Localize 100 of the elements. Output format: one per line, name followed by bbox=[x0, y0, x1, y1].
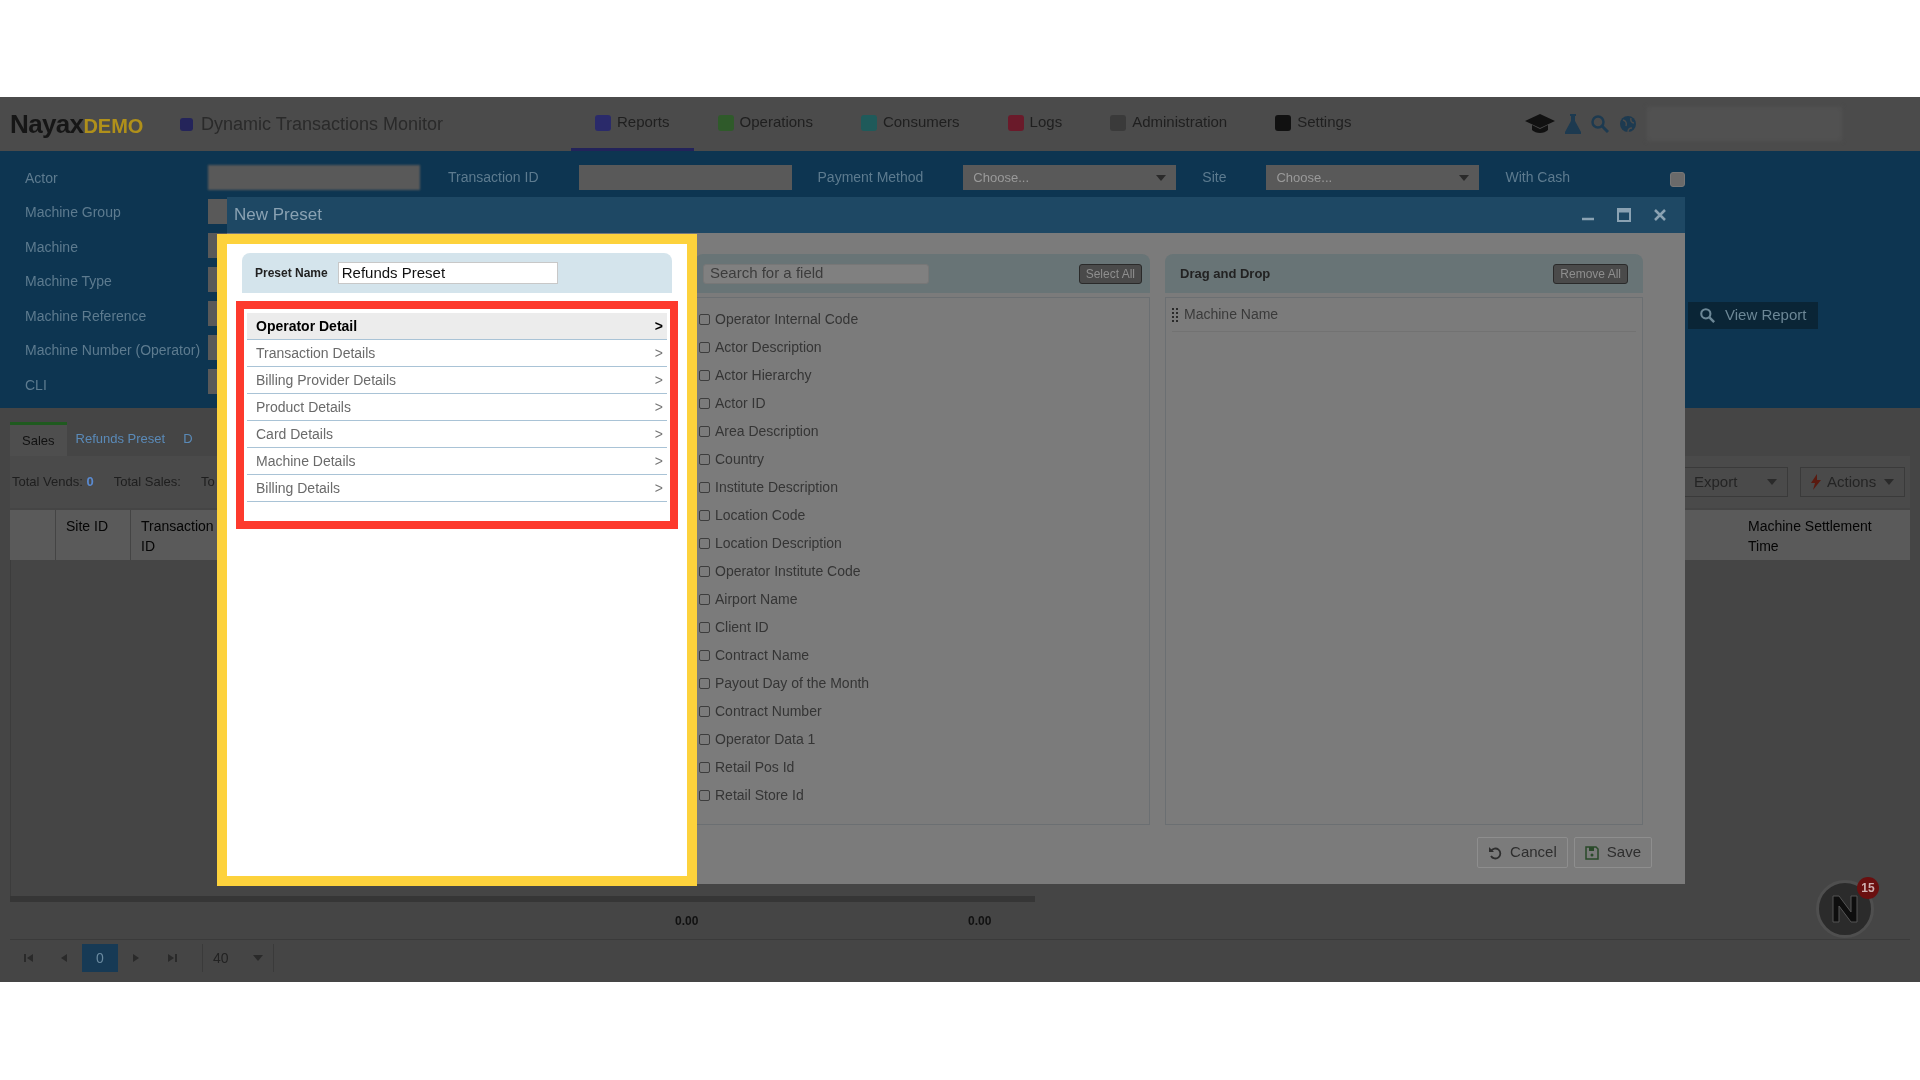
field-option[interactable]: Location Code bbox=[715, 504, 806, 526]
preset-name-field[interactable]: Refunds Preset bbox=[337, 262, 558, 284]
checkbox[interactable] bbox=[699, 537, 710, 549]
dropped-field[interactable]: Machine Name bbox=[1172, 298, 1636, 332]
globe-icon[interactable] bbox=[1619, 115, 1638, 133]
field-option[interactable]: Client ID bbox=[715, 616, 769, 638]
field-option[interactable]: Actor ID bbox=[715, 392, 766, 414]
close-icon[interactable] bbox=[1653, 208, 1667, 222]
nav-icon bbox=[595, 114, 611, 131]
field-option[interactable]: Actor Description bbox=[715, 336, 822, 358]
skip-forward-icon bbox=[167, 954, 177, 962]
save-button[interactable]: Save bbox=[1573, 837, 1652, 868]
nav-icon bbox=[717, 114, 734, 131]
select-field[interactable]: Choose... bbox=[963, 165, 1177, 190]
graduation-cap-icon[interactable] bbox=[1525, 114, 1556, 134]
chevron: > bbox=[654, 478, 663, 498]
triangle-left-icon bbox=[59, 954, 69, 962]
select-field[interactable]: Choose... bbox=[1266, 165, 1480, 190]
field-option[interactable]: Contract Name bbox=[715, 644, 810, 666]
checkbox[interactable] bbox=[699, 369, 710, 381]
caret-icon bbox=[253, 955, 263, 961]
checkbox[interactable] bbox=[699, 761, 710, 773]
checkbox[interactable] bbox=[699, 313, 710, 325]
undo-icon bbox=[1488, 845, 1503, 860]
current-page[interactable]: 0 bbox=[82, 944, 118, 972]
filter-label: CLI bbox=[25, 375, 47, 395]
checkbox[interactable] bbox=[699, 677, 710, 689]
cancel-button[interactable]: Cancel bbox=[1477, 837, 1568, 868]
field-option[interactable]: Retail Store Id bbox=[715, 784, 804, 806]
checkbox[interactable] bbox=[699, 509, 710, 521]
report-tab[interactable]: Sales bbox=[10, 422, 67, 456]
maximize-icon[interactable] bbox=[1617, 208, 1631, 222]
remove-all-button[interactable]: Remove All bbox=[1553, 263, 1628, 284]
field-option[interactable]: Operator Internal Code bbox=[715, 308, 859, 330]
select-all-button[interactable]: Select All bbox=[1078, 263, 1142, 284]
report-tab[interactable]: D bbox=[174, 422, 202, 456]
checkbox[interactable] bbox=[699, 397, 710, 409]
column-header: Transaction ID bbox=[141, 518, 214, 554]
filter-label: Machine Number (Operator) bbox=[25, 341, 201, 361]
n-logo-icon bbox=[1830, 894, 1860, 924]
filter-label: Site bbox=[1202, 168, 1227, 187]
checkbox[interactable] bbox=[699, 425, 710, 437]
triangle-right-icon bbox=[131, 954, 141, 962]
chevron: > bbox=[654, 370, 663, 390]
report-tab[interactable]: Refunds Preset bbox=[66, 422, 175, 456]
filter-label: Transaction ID bbox=[448, 168, 539, 187]
field-option[interactable]: Contract Number bbox=[715, 700, 822, 722]
field-option[interactable]: Institute Description bbox=[715, 476, 838, 498]
chevron: > bbox=[654, 424, 663, 444]
field-option[interactable]: Operator Institute Code bbox=[715, 560, 861, 582]
blurred-field[interactable] bbox=[208, 165, 420, 190]
category-item[interactable]: Operator Detail > bbox=[247, 313, 667, 340]
filter-label: Machine bbox=[25, 237, 78, 257]
skip-back-icon bbox=[23, 954, 33, 962]
search-field[interactable]: Search for a field bbox=[703, 263, 929, 284]
checkbox[interactable] bbox=[699, 593, 710, 605]
checkbox[interactable] bbox=[1670, 172, 1686, 187]
nav-icon bbox=[860, 114, 877, 131]
chevron: > bbox=[654, 397, 663, 417]
nav-icon bbox=[1275, 114, 1292, 131]
nav-icon bbox=[1007, 114, 1024, 131]
checkbox[interactable] bbox=[699, 621, 710, 633]
chevron: > bbox=[654, 316, 663, 336]
field-option[interactable]: Location Description bbox=[715, 532, 842, 554]
filter-label: Machine Type bbox=[25, 272, 112, 292]
search-icon[interactable] bbox=[1591, 115, 1610, 133]
checkbox[interactable] bbox=[699, 565, 710, 577]
chevron: > bbox=[654, 451, 663, 471]
field-option[interactable]: Payout Day of the Month bbox=[715, 672, 870, 694]
field-option[interactable]: Area Description bbox=[715, 420, 819, 442]
checkbox[interactable] bbox=[699, 705, 710, 717]
chevron: > bbox=[654, 343, 663, 363]
flask-icon[interactable] bbox=[1565, 114, 1582, 134]
view-report-button[interactable]: View Report bbox=[1688, 302, 1818, 329]
drop-zone-title: Drag and Drop bbox=[1180, 264, 1271, 283]
checkbox[interactable] bbox=[699, 649, 710, 661]
filter-label: With Cash bbox=[1505, 168, 1571, 187]
column-header: Machine Settlement Time bbox=[1748, 518, 1872, 554]
field-option[interactable]: Country bbox=[715, 448, 765, 470]
search-icon bbox=[1700, 308, 1715, 323]
field-option[interactable]: Actor Hierarchy bbox=[715, 364, 812, 386]
checkbox[interactable] bbox=[699, 733, 710, 745]
checkbox[interactable] bbox=[699, 481, 710, 493]
field-option[interactable]: Airport Name bbox=[715, 588, 798, 610]
monitor-icon bbox=[180, 117, 193, 131]
caret-icon bbox=[1156, 174, 1167, 181]
caret-icon bbox=[1884, 479, 1894, 485]
logo-subtext: DEMO bbox=[83, 113, 144, 137]
checkbox[interactable] bbox=[699, 453, 710, 465]
field-option[interactable]: Operator Data 1 bbox=[715, 728, 816, 750]
filter-label: Machine Reference bbox=[25, 306, 147, 326]
filter-label: Machine Group bbox=[25, 203, 121, 223]
checkbox[interactable] bbox=[699, 789, 710, 801]
input-field[interactable] bbox=[578, 165, 792, 190]
field-option[interactable]: Retail Pos Id bbox=[715, 756, 795, 778]
column-header: Site ID bbox=[66, 518, 108, 534]
filter-label: Payment Method bbox=[817, 168, 924, 187]
caret-icon bbox=[1459, 174, 1470, 181]
drag-handle-icon bbox=[1172, 307, 1178, 322]
checkbox[interactable] bbox=[699, 341, 710, 353]
